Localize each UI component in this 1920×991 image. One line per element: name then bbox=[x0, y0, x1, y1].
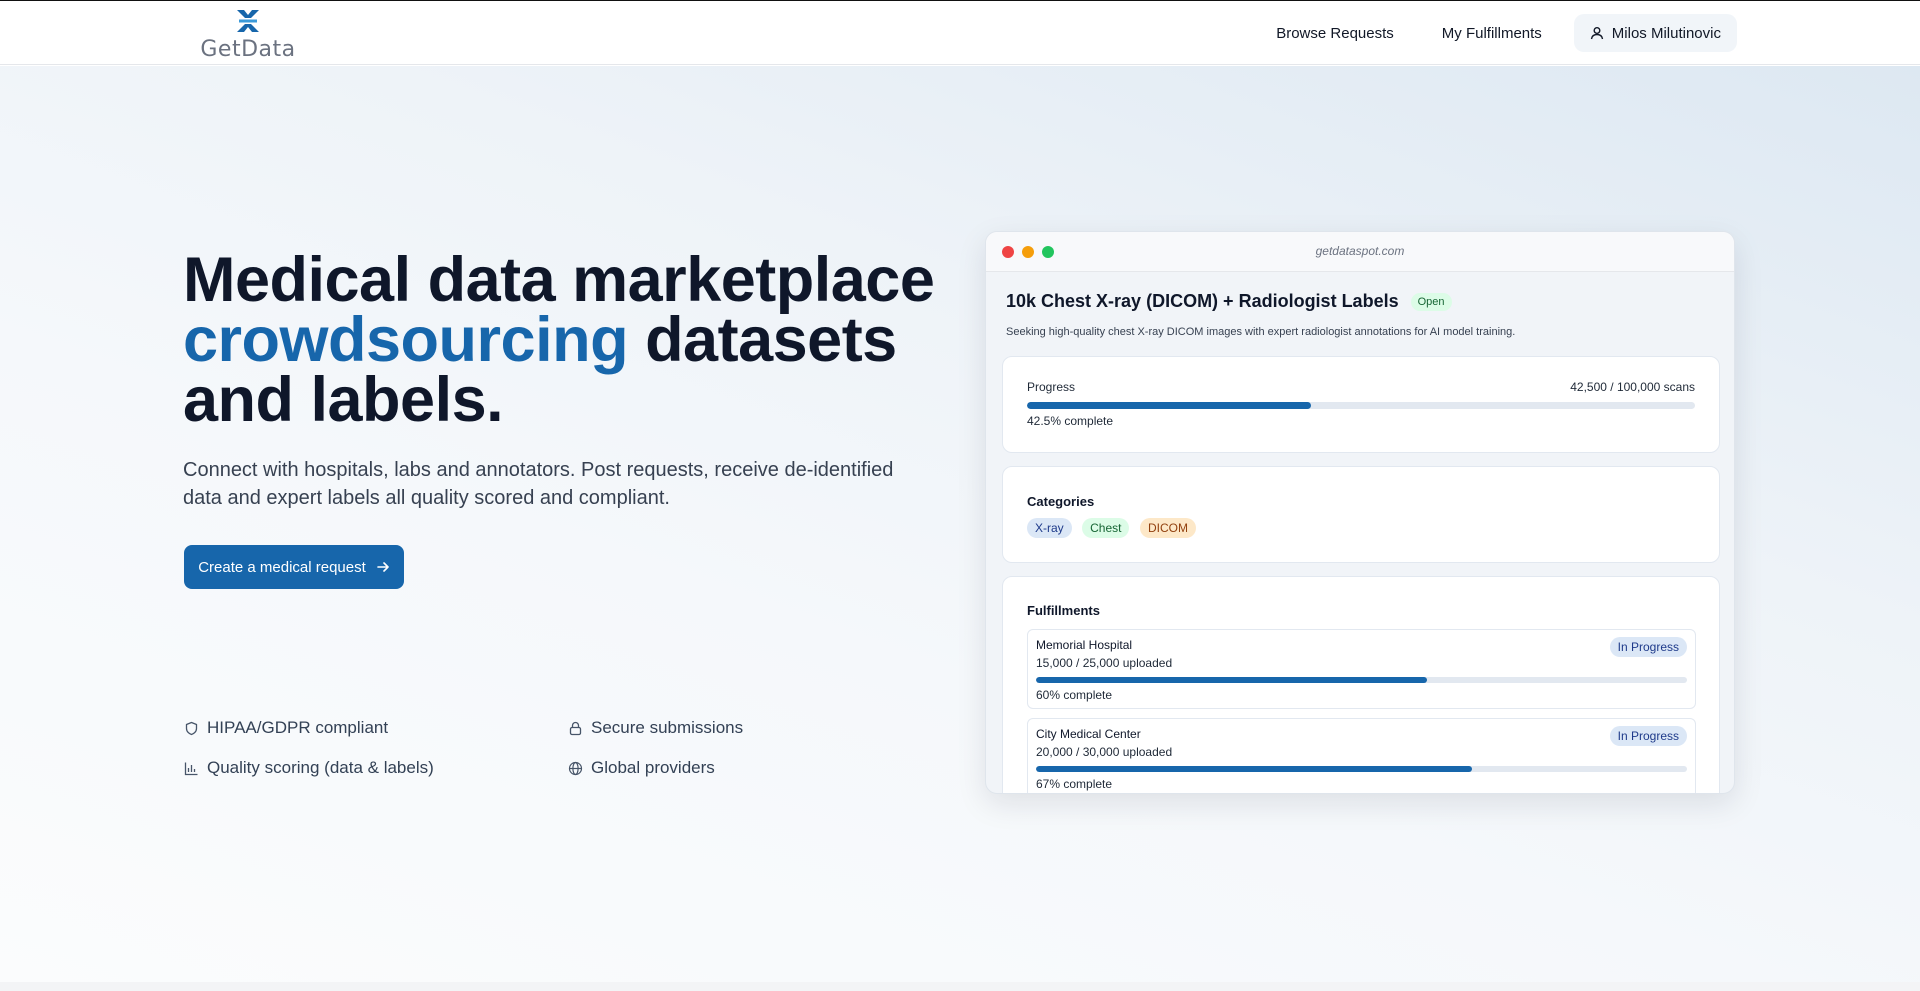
window-url: getdataspot.com bbox=[1315, 244, 1405, 258]
fulfillments-card: Fulfillments Memorial Hospital 15,000 / … bbox=[1002, 576, 1720, 793]
tag-xray[interactable]: X-ray bbox=[1027, 518, 1072, 538]
feature-hipaa: HIPAA/GDPR compliant bbox=[184, 718, 388, 738]
request-title-row: 10k Chest X-ray (DICOM) + Radiologist La… bbox=[1006, 291, 1452, 312]
lock-icon bbox=[569, 721, 582, 735]
shield-icon bbox=[185, 721, 198, 735]
feature-label: Global providers bbox=[591, 758, 715, 777]
progress-bar-fill bbox=[1027, 402, 1311, 409]
fulfillment-progress-fill bbox=[1036, 677, 1427, 683]
logo[interactable]: GetData bbox=[200, 7, 296, 62]
fulfillment-percent: 60% complete bbox=[1036, 688, 1113, 702]
fulfillment-count: 20,000 / 30,000 uploaded bbox=[1036, 745, 1173, 759]
fulfillment-count: 15,000 / 25,000 uploaded bbox=[1036, 656, 1173, 670]
window-titlebar: getdataspot.com bbox=[986, 232, 1734, 272]
fulfillment-name: City Medical Center bbox=[1036, 727, 1141, 741]
user-menu-button[interactable]: Milos Milutinovic bbox=[1573, 14, 1737, 52]
nav-my-fulfillments[interactable]: My Fulfillments bbox=[1418, 25, 1566, 42]
categories-heading: Categories bbox=[1027, 494, 1095, 509]
request-title: 10k Chest X-ray (DICOM) + Radiologist La… bbox=[1006, 291, 1399, 311]
progress-bar bbox=[1027, 402, 1695, 409]
progress-card: Progress 42,500 / 100,000 scans 42.5% co… bbox=[1002, 356, 1720, 453]
fulfillment-progress-bar bbox=[1036, 677, 1687, 683]
fulfillment-progress-fill bbox=[1036, 766, 1473, 772]
status-badge: Open bbox=[1410, 292, 1452, 311]
feature-label: Secure submissions bbox=[591, 718, 744, 737]
progress-percent: 42.5% complete bbox=[1027, 414, 1114, 428]
feature-label: HIPAA/GDPR compliant bbox=[207, 718, 389, 737]
top-navbar: GetData Browse Requests My Fulfillments … bbox=[0, 1, 1920, 65]
arrow-right-icon bbox=[376, 562, 389, 572]
fulfillment-status-badge: In Progress bbox=[1609, 726, 1687, 746]
bar-chart-icon bbox=[184, 762, 198, 775]
feature-label: Quality scoring (data & labels) bbox=[207, 758, 434, 777]
fulfillment-item[interactable]: Memorial Hospital 15,000 / 25,000 upload… bbox=[1027, 629, 1696, 709]
fulfillment-status-badge: In Progress bbox=[1609, 637, 1687, 657]
nav-browse-requests[interactable]: Browse Requests bbox=[1252, 25, 1418, 42]
bottom-strip bbox=[0, 982, 1920, 991]
categories-card: Categories X-ray Chest DICOM bbox=[1002, 466, 1720, 563]
user-name: Milos Milutinovic bbox=[1611, 24, 1721, 42]
feature-secure: Secure submissions bbox=[568, 718, 743, 738]
fulfillments-heading: Fulfillments bbox=[1027, 603, 1100, 618]
feature-global: Global providers bbox=[568, 758, 715, 778]
tag-chest[interactable]: Chest bbox=[1082, 518, 1130, 538]
feature-quality: Quality scoring (data & labels) bbox=[184, 758, 434, 778]
fulfillment-percent: 67% complete bbox=[1036, 777, 1113, 791]
progress-header: Progress 42,500 / 100,000 scans bbox=[1027, 380, 1695, 394]
fulfillment-progress-bar bbox=[1036, 766, 1687, 772]
progress-count: 42,500 / 100,000 scans bbox=[1570, 380, 1695, 394]
request-preview-window: getdataspot.com 10k Chest X-ray (DICOM) … bbox=[985, 231, 1735, 794]
user-icon bbox=[1590, 27, 1603, 40]
hero-subtitle: Connect with hospitals, labs and annotat… bbox=[183, 459, 894, 509]
hero-title: Medical data marketplace crowdsourcing da… bbox=[183, 245, 935, 435]
create-request-button[interactable]: Create a medical request bbox=[184, 545, 404, 589]
fulfillment-name: Memorial Hospital bbox=[1036, 638, 1133, 652]
request-description: Seeking high-quality chest X-ray DICOM i… bbox=[1006, 326, 1516, 338]
logo-icon bbox=[237, 10, 259, 32]
logo-text: GetData bbox=[200, 37, 296, 62]
category-tags: X-ray Chest DICOM bbox=[1027, 518, 1202, 538]
main-nav: Browse Requests My Fulfillments Milos Mi… bbox=[1252, 14, 1737, 52]
fulfillment-item[interactable]: City Medical Center 20,000 / 30,000 uplo… bbox=[1027, 718, 1696, 793]
globe-icon bbox=[568, 761, 583, 775]
tag-dicom[interactable]: DICOM bbox=[1139, 518, 1196, 538]
create-request-label: Create a medical request bbox=[198, 558, 366, 576]
progress-label: Progress bbox=[1027, 380, 1076, 394]
